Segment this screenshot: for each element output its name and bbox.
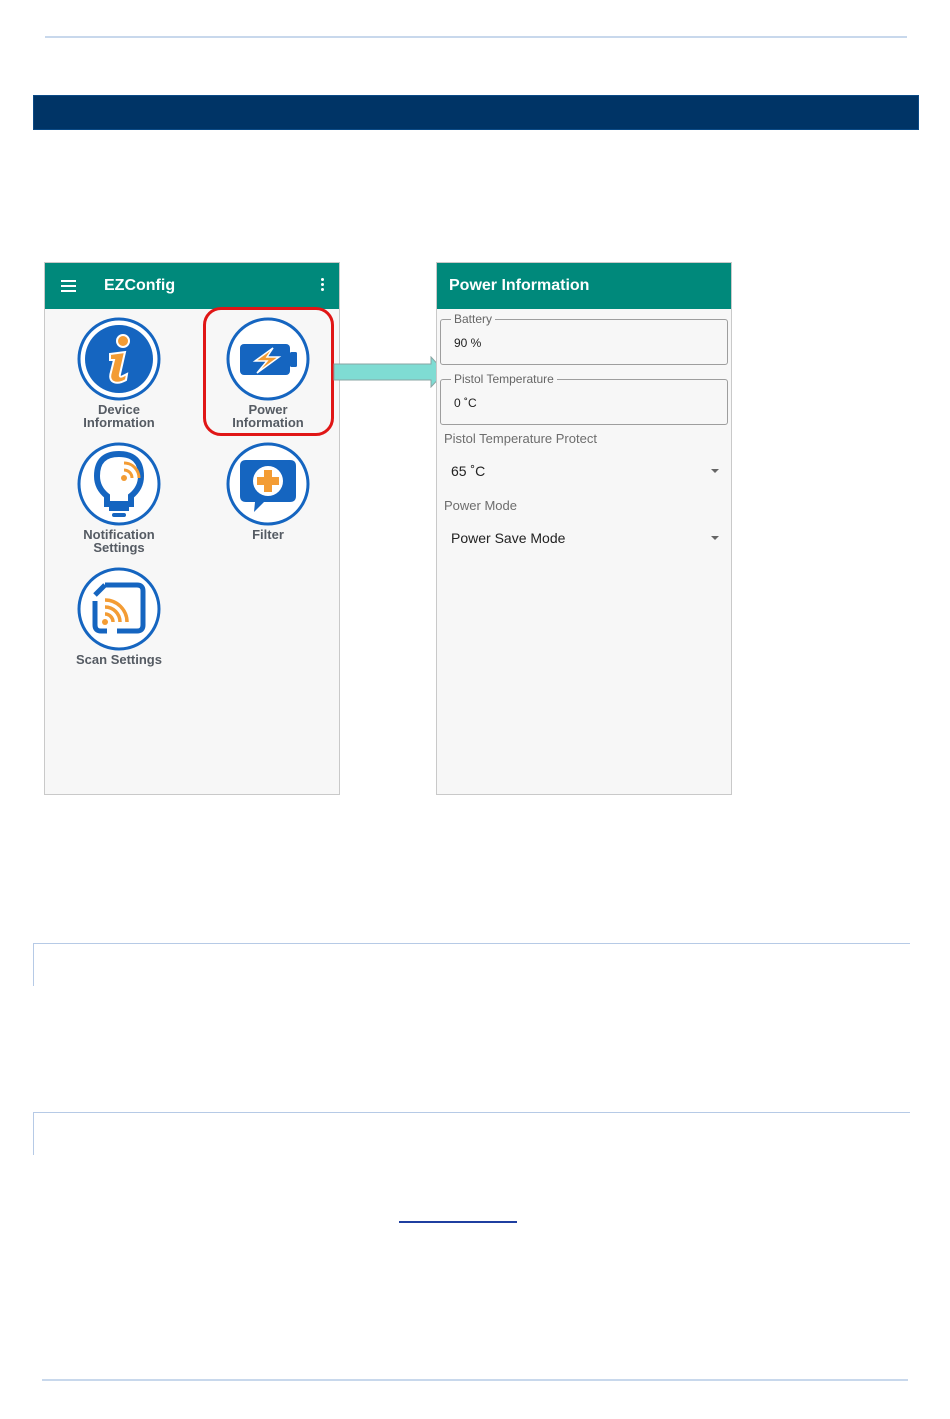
temperature-protect-value: 65 ˚C [451, 463, 486, 479]
tile-label: Filter [252, 527, 284, 542]
scan-settings-tile[interactable]: Scan Settings [59, 567, 179, 666]
section-banner [33, 95, 919, 130]
power-mode-dropdown[interactable]: Power Save Mode [451, 530, 719, 546]
battery-value: 90 % [454, 336, 482, 350]
lightbulb-icon [77, 442, 161, 526]
app-bar: Power Information [437, 263, 731, 309]
header-rule [45, 36, 907, 38]
filter-tile[interactable]: Filter [208, 442, 328, 541]
pistol-temperature-value: 0 ˚C [454, 396, 477, 410]
scan-signal-icon [77, 567, 161, 651]
tile-label: Settings [93, 540, 145, 555]
notification-settings-tile[interactable]: Notification Settings [59, 442, 179, 554]
app-bar: EZConfig [45, 263, 339, 309]
device-information-tile[interactable]: Device Information [59, 317, 179, 429]
link-underline[interactable] [399, 1221, 517, 1223]
screen-title: Power Information [449, 277, 590, 294]
temperature-protect-dropdown[interactable]: 65 ˚C [451, 463, 719, 479]
footer-rule [42, 1379, 908, 1381]
note-box [33, 1112, 910, 1155]
arrow-right-icon [333, 356, 446, 388]
tile-label: Scan Settings [76, 652, 162, 667]
overflow-menu-icon[interactable] [321, 278, 325, 292]
hamburger-menu-icon[interactable] [61, 280, 76, 292]
temperature-protect-label: Pistol Temperature Protect [444, 431, 597, 446]
pistol-temperature-label: Pistol Temperature [451, 372, 557, 386]
app-title: EZConfig [104, 277, 176, 294]
dropdown-arrow-icon [711, 469, 719, 473]
battery-field: Battery 90 % [440, 312, 728, 365]
dropdown-arrow-icon [711, 536, 719, 540]
power-mode-label: Power Mode [444, 498, 517, 513]
pistol-temperature-field: Pistol Temperature 0 ˚C [440, 372, 728, 425]
info-icon [77, 317, 161, 401]
filter-plus-icon [226, 442, 310, 526]
battery-label: Battery [451, 312, 496, 326]
power-information-highlight [203, 307, 334, 436]
power-mode-value: Power Save Mode [451, 530, 566, 546]
tile-label: Information [83, 415, 155, 430]
note-box [33, 943, 910, 986]
power-information-screen: Power Information Battery 90 % Pistol Te… [436, 262, 732, 795]
